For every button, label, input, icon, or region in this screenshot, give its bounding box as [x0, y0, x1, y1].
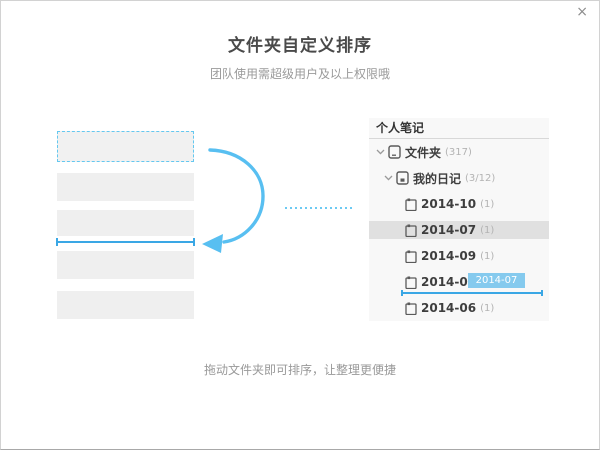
list-item-bar — [57, 173, 194, 201]
list-item-bar — [57, 291, 194, 319]
tree-item-count: (317) — [445, 147, 472, 158]
tree-item-label: 2014-10 — [421, 197, 476, 211]
tree-item-label: 2014-06 — [421, 301, 476, 315]
tree-item-label: 文件夹 — [405, 144, 441, 161]
tree-item-2014-06[interactable]: 2014-06 (1) — [369, 295, 549, 321]
list-item-bar — [57, 251, 194, 279]
close-icon[interactable]: × — [576, 3, 588, 21]
dialog-subtitle: 团队使用需超级用户及以上权限哦 — [1, 65, 599, 82]
drag-ghost-badge: 2014-07 — [468, 273, 525, 288]
diary-notebook-icon — [396, 171, 409, 185]
notebook-icon — [388, 145, 401, 159]
month-page-icon — [405, 224, 417, 237]
month-page-icon — [405, 302, 417, 315]
tree-item-count: (1) — [480, 199, 494, 210]
list-item-bar — [57, 210, 194, 236]
chevron-down-icon[interactable] — [384, 175, 393, 181]
dotted-connector-line — [285, 207, 352, 209]
tree-item-2014-10[interactable]: 2014-10 (1) — [369, 191, 549, 217]
dialog-caption: 拖动文件夹即可排序，让整理更便捷 — [1, 361, 599, 378]
tree-item-label: 我的日记 — [413, 170, 461, 187]
tree-item-label: 2014-09 — [421, 249, 476, 263]
panel-title: 个人笔记 — [369, 118, 549, 139]
tree-item-folders[interactable]: 文件夹 (317) — [369, 139, 549, 165]
tree-item-my-diary[interactable]: 我的日记 (3/12) — [369, 165, 549, 191]
panel-drop-indicator-line — [401, 292, 543, 294]
tree-item-count: (1) — [480, 225, 494, 236]
chevron-down-icon[interactable] — [376, 149, 385, 155]
drop-indicator-line — [56, 241, 195, 243]
tree-item-2014-09[interactable]: 2014-09 (1) — [369, 243, 549, 269]
month-page-icon — [405, 276, 417, 289]
tree-item-count: (3/12) — [465, 173, 495, 184]
folder-custom-sort-dialog: × 文件夹自定义排序 团队使用需超级用户及以上权限哦 个人笔记 文件夹 (317… — [0, 0, 600, 450]
month-page-icon — [405, 250, 417, 263]
drag-source-placeholder — [57, 131, 194, 162]
tree-item-count: (1) — [480, 303, 494, 314]
month-page-icon — [405, 198, 417, 211]
tree-item-2014-07[interactable]: 2014-07 (1) — [369, 217, 549, 243]
dialog-title: 文件夹自定义排序 — [1, 31, 599, 56]
tree-item-count: (1) — [480, 251, 494, 262]
personal-notes-panel: 个人笔记 文件夹 (317) 我的日记 (3/12) — [369, 118, 549, 321]
curved-drag-arrow-icon — [196, 139, 280, 259]
tree-item-label: 2014-07 — [421, 223, 476, 237]
